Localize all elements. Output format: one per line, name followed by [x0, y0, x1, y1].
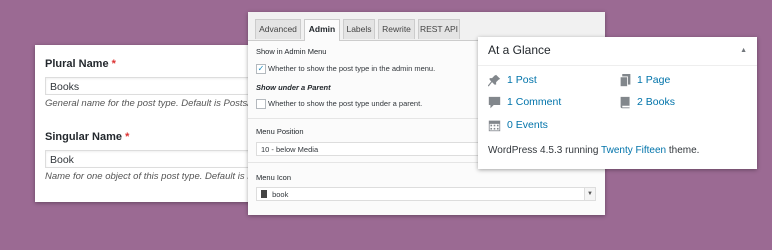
pages-icon [619, 74, 631, 87]
chevron-down-icon: ▼ [584, 188, 595, 200]
glance-pages-link[interactable]: 1 Page [637, 74, 670, 86]
plural-name-input[interactable]: Books [45, 77, 265, 95]
required-marker: * [111, 58, 116, 70]
plural-name-hint: General name for the post type. Default … [45, 98, 265, 109]
calendar-icon [488, 120, 501, 132]
singular-name-hint: Name for one object of this post type. D… [45, 171, 265, 182]
show-under-parent-title: Show under a Parent [256, 83, 331, 92]
glance-comments-link[interactable]: 1 Comment [507, 96, 561, 108]
theme-link[interactable]: Twenty Fifteen [601, 145, 666, 156]
menu-position-label: Menu Position [256, 127, 304, 136]
checkmark-icon: ✓ [257, 64, 265, 73]
book-icon [261, 190, 267, 198]
tab-rest-api[interactable]: REST API [418, 19, 460, 39]
widget-title: At a Glance [488, 43, 551, 57]
glance-books-link[interactable]: 2 Books [637, 96, 675, 108]
book-icon [620, 96, 630, 109]
tab-advanced[interactable]: Advanced [255, 19, 301, 39]
tab-labels[interactable]: Labels [343, 19, 375, 39]
glance-posts-link[interactable]: 1 Post [507, 74, 537, 86]
show-under-parent-checkbox[interactable] [256, 99, 266, 109]
wordpress-version-text: WordPress 4.5.3 running Twenty Fifteen t… [488, 145, 700, 156]
menu-icon-select[interactable]: book ▼ [256, 187, 596, 201]
pushpin-icon [488, 74, 501, 87]
tab-rewrite[interactable]: Rewrite [378, 19, 415, 39]
collapse-toggle-icon[interactable]: ▲ [740, 47, 747, 54]
singular-name-label: Singular Name * [45, 131, 130, 143]
tab-admin[interactable]: Admin [304, 19, 340, 41]
show-in-menu-checkbox[interactable]: ✓ [256, 64, 266, 74]
comment-icon [488, 96, 501, 109]
singular-name-input[interactable]: Book [45, 150, 265, 168]
widget-header[interactable]: At a Glance ▲ [478, 37, 757, 66]
show-in-menu-description: Whether to show the post type in the adm… [268, 64, 436, 73]
show-under-parent-description: Whether to show the post type under a pa… [268, 99, 423, 108]
menu-icon-label: Menu Icon [256, 173, 292, 182]
required-marker: * [125, 131, 130, 143]
glance-events-link[interactable]: 0 Events [507, 119, 548, 131]
at-a-glance-widget: At a Glance ▲ 1 Post 1 Page 1 Comment 2 … [478, 37, 757, 169]
show-in-menu-title: Show in Admin Menu [256, 47, 327, 56]
plural-name-label: Plural Name * [45, 58, 116, 70]
post-type-names-panel: Plural Name * Books General name for the… [35, 45, 265, 202]
